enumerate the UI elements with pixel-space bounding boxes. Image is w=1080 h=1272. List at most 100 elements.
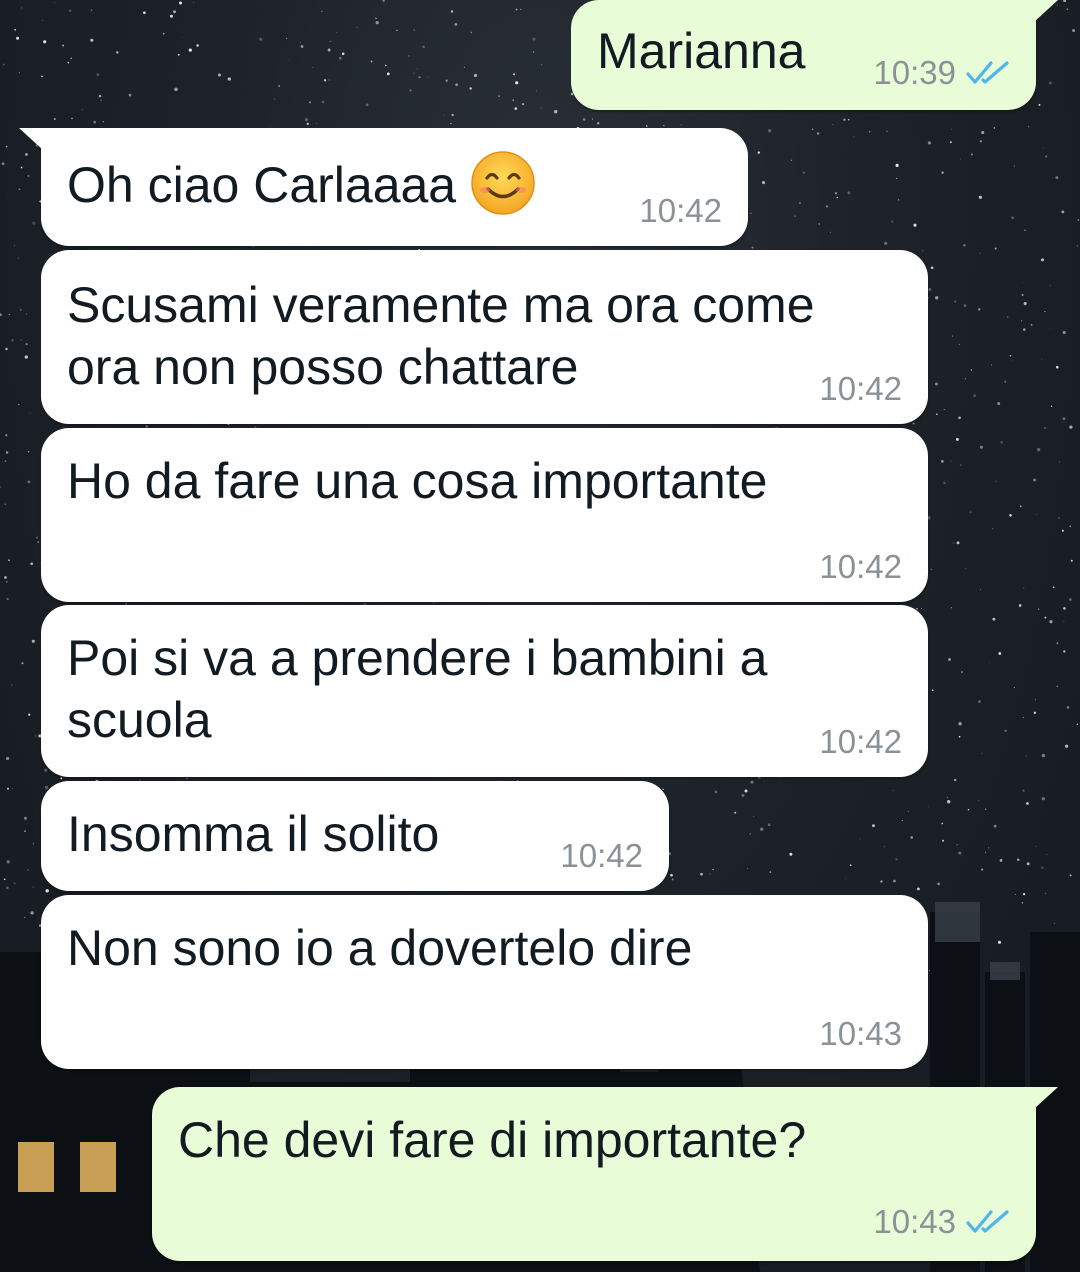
- star: [943, 409, 945, 411]
- star: [964, 378, 966, 380]
- star: [11, 338, 14, 342]
- star: [1063, 650, 1066, 653]
- star: [1041, 358, 1043, 360]
- star: [32, 221, 36, 225]
- star: [592, 118, 594, 120]
- star: [940, 460, 944, 463]
- star: [498, 95, 500, 98]
- star: [997, 402, 1001, 406]
- star: [761, 181, 766, 185]
- star: [21, 7, 22, 9]
- star: [989, 662, 990, 663]
- star: [927, 141, 931, 145]
- star: [365, 103, 369, 107]
- star: [29, 412, 31, 414]
- star: [912, 422, 915, 425]
- star: [422, 45, 425, 49]
- message-text: Non sono io a dovertelo dire: [67, 920, 693, 976]
- star: [970, 153, 973, 156]
- star: [958, 722, 962, 726]
- star: [81, 109, 83, 111]
- chat-message-incoming[interactable]: Scusami veramente ma ora come ora non po…: [41, 250, 928, 424]
- star: [1070, 559, 1073, 562]
- star: [90, 9, 93, 11]
- star: [193, 2, 194, 3]
- star: [1024, 229, 1026, 232]
- message-time: 10:43: [819, 1015, 902, 1052]
- chat-message-incoming[interactable]: Ho da fare una cosa importante 10:42: [41, 428, 928, 602]
- star: [847, 191, 851, 195]
- star: [278, 85, 280, 87]
- star: [1076, 723, 1079, 725]
- star: [25, 153, 28, 156]
- star: [100, 99, 103, 102]
- star: [1050, 405, 1053, 407]
- star: [512, 99, 514, 101]
- star: [259, 37, 263, 41]
- star: [5, 347, 8, 351]
- star: [179, 1, 182, 5]
- star: [980, 589, 982, 590]
- star: [920, 608, 922, 609]
- star: [27, 480, 31, 484]
- chat-message-outgoing[interactable]: Marianna 10:39: [571, 0, 1058, 110]
- star: [4, 460, 7, 462]
- star: [1056, 685, 1059, 688]
- star: [386, 72, 390, 76]
- bubble-tail: [1034, 0, 1058, 22]
- star: [886, 130, 888, 132]
- star: [5, 580, 8, 583]
- star: [965, 567, 967, 569]
- star: [274, 98, 275, 100]
- star: [300, 41, 302, 43]
- star: [931, 689, 934, 692]
- star: [767, 129, 772, 133]
- star: [1033, 711, 1037, 714]
- bubble-tail: [19, 128, 43, 150]
- chat-message-incoming[interactable]: Insomma il solito 10:42: [41, 781, 669, 891]
- star: [300, 45, 304, 48]
- star: [308, 101, 312, 104]
- star: [1041, 258, 1044, 262]
- chat-message-incoming[interactable]: Poi si va a prendere i bambini a scuola …: [41, 605, 928, 777]
- star: [27, 451, 30, 453]
- star: [396, 29, 398, 32]
- star: [71, 117, 73, 120]
- star: [950, 128, 952, 130]
- star: [680, 124, 682, 126]
- star: [68, 9, 72, 13]
- star: [70, 57, 73, 60]
- star: [227, 77, 231, 81]
- chat-message-incoming[interactable]: Non sono io a dovertelo dire 10:43: [41, 895, 928, 1069]
- star: [941, 171, 944, 174]
- star: [451, 113, 454, 117]
- star: [1033, 478, 1037, 482]
- star: [1, 162, 5, 166]
- chat-message-outgoing[interactable]: Che devi fare di importante? 10:43: [152, 1087, 1058, 1261]
- star: [14, 244, 15, 246]
- star: [1009, 355, 1012, 357]
- star: [1066, 8, 1068, 10]
- star: [26, 313, 27, 315]
- star: [1077, 219, 1080, 221]
- double-check-read-icon: [966, 61, 1009, 84]
- star: [28, 713, 31, 716]
- star: [1055, 176, 1059, 180]
- star: [1022, 281, 1024, 283]
- star: [825, 205, 829, 208]
- star: [54, 2, 56, 4]
- star: [20, 166, 23, 169]
- star: [418, 76, 421, 79]
- star: [41, 75, 43, 78]
- star: [384, 64, 387, 67]
- star: [37, 541, 39, 543]
- star: [955, 437, 959, 441]
- star: [8, 313, 10, 316]
- star: [520, 8, 522, 10]
- chat-message-incoming[interactable]: Oh ciao Carlaaaa 10:42: [19, 128, 748, 246]
- star: [802, 171, 806, 174]
- star: [1063, 607, 1066, 610]
- star: [868, 131, 871, 133]
- star: [327, 48, 331, 52]
- star: [978, 700, 981, 703]
